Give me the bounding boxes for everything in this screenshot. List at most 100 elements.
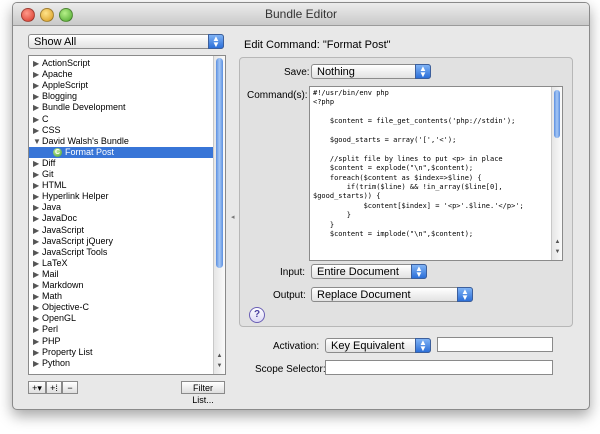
disclosure-collapsed-icon[interactable]: ▶ — [33, 336, 39, 347]
command-editor-scrollbar[interactable]: ▲ ▼ — [551, 87, 562, 260]
command-code[interactable]: #!/usr/bin/env php <?php $content = file… — [313, 89, 524, 240]
bundle-item[interactable]: ▶ Bundle Development — [29, 102, 213, 113]
scroll-down-icon[interactable]: ▼ — [553, 248, 562, 257]
bundle-item-label: CSS — [42, 124, 61, 135]
disclosure-collapsed-icon[interactable]: ▶ — [33, 114, 39, 125]
bundle-item[interactable]: ▶ Objective-C — [29, 302, 213, 313]
bundle-item[interactable]: ▶ Blogging — [29, 91, 213, 102]
scroll-up-icon[interactable]: ▲ — [215, 352, 224, 361]
help-button[interactable]: ? — [249, 307, 265, 323]
bundle-item[interactable]: ▶ JavaScript — [29, 225, 213, 236]
disclosure-collapsed-icon[interactable]: ▶ — [33, 58, 39, 69]
popup-arrows-icon: ▲ ▼ — [457, 287, 473, 302]
bundle-item-label: JavaDoc — [42, 213, 78, 224]
filter-list-button[interactable]: Filter List... — [181, 381, 225, 405]
disclosure-collapsed-icon[interactable]: ▶ — [33, 102, 39, 113]
bundle-item-label: Python — [42, 357, 71, 368]
bundle-item[interactable]: ▶ Python — [29, 358, 213, 369]
scroll-down-icon[interactable]: ▼ — [215, 362, 224, 371]
bundle-item[interactable]: ▶ Markdown — [29, 280, 213, 291]
input-popup[interactable]: Entire Document ▲ ▼ — [311, 264, 427, 279]
disclosure-collapsed-icon[interactable]: ▶ — [33, 213, 39, 224]
bundle-item-label: Blogging — [42, 91, 78, 102]
key-equivalent-field[interactable] — [437, 337, 553, 352]
bundle-item-label: Mail — [42, 268, 59, 279]
disclosure-collapsed-icon[interactable]: ▶ — [33, 324, 39, 335]
command-editor-scroll-thumb[interactable] — [554, 90, 560, 138]
command-item[interactable]: C Format Post — [29, 146, 213, 158]
disclosure-collapsed-icon[interactable]: ▶ — [33, 158, 39, 169]
add-item-button[interactable]: +▾ — [28, 381, 46, 394]
bundle-item[interactable]: ▶ Math — [29, 291, 213, 302]
disclosure-collapsed-icon[interactable]: ▶ — [33, 91, 39, 102]
bundle-item[interactable]: ▶ Perl — [29, 324, 213, 335]
disclosure-collapsed-icon[interactable]: ▶ — [33, 291, 39, 302]
bundle-item[interactable]: ▶ Java — [29, 202, 213, 213]
bundle-item[interactable]: ▶ JavaScript Tools — [29, 247, 213, 258]
disclosure-collapsed-icon[interactable]: ▶ — [33, 280, 39, 291]
activation-label: Activation: — [273, 341, 320, 352]
disclosure-collapsed-icon[interactable]: ▶ — [33, 269, 39, 280]
bundle-item[interactable]: ▼ David Walsh's Bundle — [29, 136, 213, 147]
bundle-item-label: Apache — [42, 69, 73, 80]
scope-selector-label: Scope Selector: — [255, 364, 326, 375]
disclosure-collapsed-icon[interactable]: ▶ — [33, 69, 39, 80]
bundle-item[interactable]: ▶ JavaScript jQuery — [29, 236, 213, 247]
add-folder-button[interactable]: +⁞ — [46, 381, 62, 394]
disclosure-collapsed-icon[interactable]: ▶ — [33, 225, 39, 236]
bundle-list-scroll-thumb[interactable] — [216, 58, 223, 268]
output-popup[interactable]: Replace Document ▲ ▼ — [311, 287, 473, 302]
bundle-item[interactable]: ▶ CSS — [29, 125, 213, 136]
bundle-item[interactable]: ▶ Diff — [29, 158, 213, 169]
command-editor[interactable]: #!/usr/bin/env php <?php $content = file… — [309, 86, 563, 261]
bundle-list[interactable]: ▶ ActionScript ▶ Apache ▶ AppleScript ▶ Bloggin… — [28, 55, 226, 375]
disclosure-collapsed-icon[interactable]: ▶ — [33, 202, 39, 213]
disclosure-expanded-icon[interactable]: ▼ — [33, 136, 41, 147]
bundle-item-label: Diff — [42, 157, 56, 168]
output-label: Output: — [273, 290, 306, 301]
bundle-item[interactable]: ▶ AppleScript — [29, 80, 213, 91]
bundle-list-scrollbar[interactable]: ▲ ▼ — [213, 56, 225, 374]
bundle-item[interactable]: ▶ JavaDoc — [29, 213, 213, 224]
disclosure-collapsed-icon[interactable]: ▶ — [33, 236, 39, 247]
bundle-item[interactable]: ▶ C — [29, 114, 213, 125]
bundle-item-label: JavaScript — [42, 224, 85, 235]
bundle-item[interactable]: ▶ HTML — [29, 180, 213, 191]
disclosure-collapsed-icon[interactable]: ▶ — [33, 169, 39, 180]
bundle-item[interactable]: ▶ Property List — [29, 347, 213, 358]
title-bar[interactable]: Bundle Editor — [13, 3, 589, 26]
bundle-item-label: Bundle Development — [42, 102, 126, 113]
disclosure-collapsed-icon[interactable]: ▶ — [33, 191, 39, 202]
bundle-item[interactable]: ▶ OpenGL — [29, 313, 213, 324]
bundle-item-label: Hyperlink Helper — [42, 191, 109, 202]
bundle-item[interactable]: ▶ Mail — [29, 269, 213, 280]
bundle-item[interactable]: ▶ Apache — [29, 69, 213, 80]
disclosure-collapsed-icon[interactable]: ▶ — [33, 247, 39, 258]
popup-arrows-icon: ▲ ▼ — [411, 264, 427, 279]
bundle-item[interactable]: ▶ Git — [29, 169, 213, 180]
disclosure-collapsed-icon[interactable]: ▶ — [33, 180, 39, 191]
save-popup[interactable]: Nothing ▲ ▼ — [311, 64, 431, 79]
remove-item-button[interactable]: − — [62, 381, 78, 394]
bundle-item[interactable]: ▶ LaTeX — [29, 258, 213, 269]
scope-selector-field[interactable] — [325, 360, 553, 375]
bundle-item-label: LaTeX — [42, 257, 68, 268]
bundle-filter-value: Show All — [34, 36, 77, 48]
popup-arrows-icon: ▲ ▼ — [208, 34, 224, 49]
bundle-item[interactable]: ▶ ActionScript — [29, 58, 213, 69]
disclosure-collapsed-icon[interactable]: ▶ — [33, 347, 39, 358]
disclosure-collapsed-icon[interactable]: ▶ — [33, 302, 39, 313]
bundle-filter-popup[interactable]: Show All ▲ ▼ — [28, 34, 224, 49]
bundle-editor-window: Bundle Editor Show All ▲ ▼ ▶ ActionScript ▶… — [12, 2, 590, 410]
split-view-handle-icon[interactable]: ◂ — [231, 213, 235, 221]
disclosure-collapsed-icon[interactable]: ▶ — [33, 80, 39, 91]
bundle-item[interactable]: ▶ Hyperlink Helper — [29, 191, 213, 202]
scroll-up-icon[interactable]: ▲ — [553, 238, 562, 247]
disclosure-collapsed-icon[interactable]: ▶ — [33, 358, 39, 369]
disclosure-collapsed-icon[interactable]: ▶ — [33, 313, 39, 324]
disclosure-collapsed-icon[interactable]: ▶ — [33, 125, 39, 136]
bundle-item-label: Objective-C — [42, 302, 90, 313]
disclosure-collapsed-icon[interactable]: ▶ — [33, 258, 39, 269]
bundle-item[interactable]: ▶ PHP — [29, 336, 213, 347]
activation-popup[interactable]: Key Equivalent ▲ ▼ — [325, 338, 431, 353]
